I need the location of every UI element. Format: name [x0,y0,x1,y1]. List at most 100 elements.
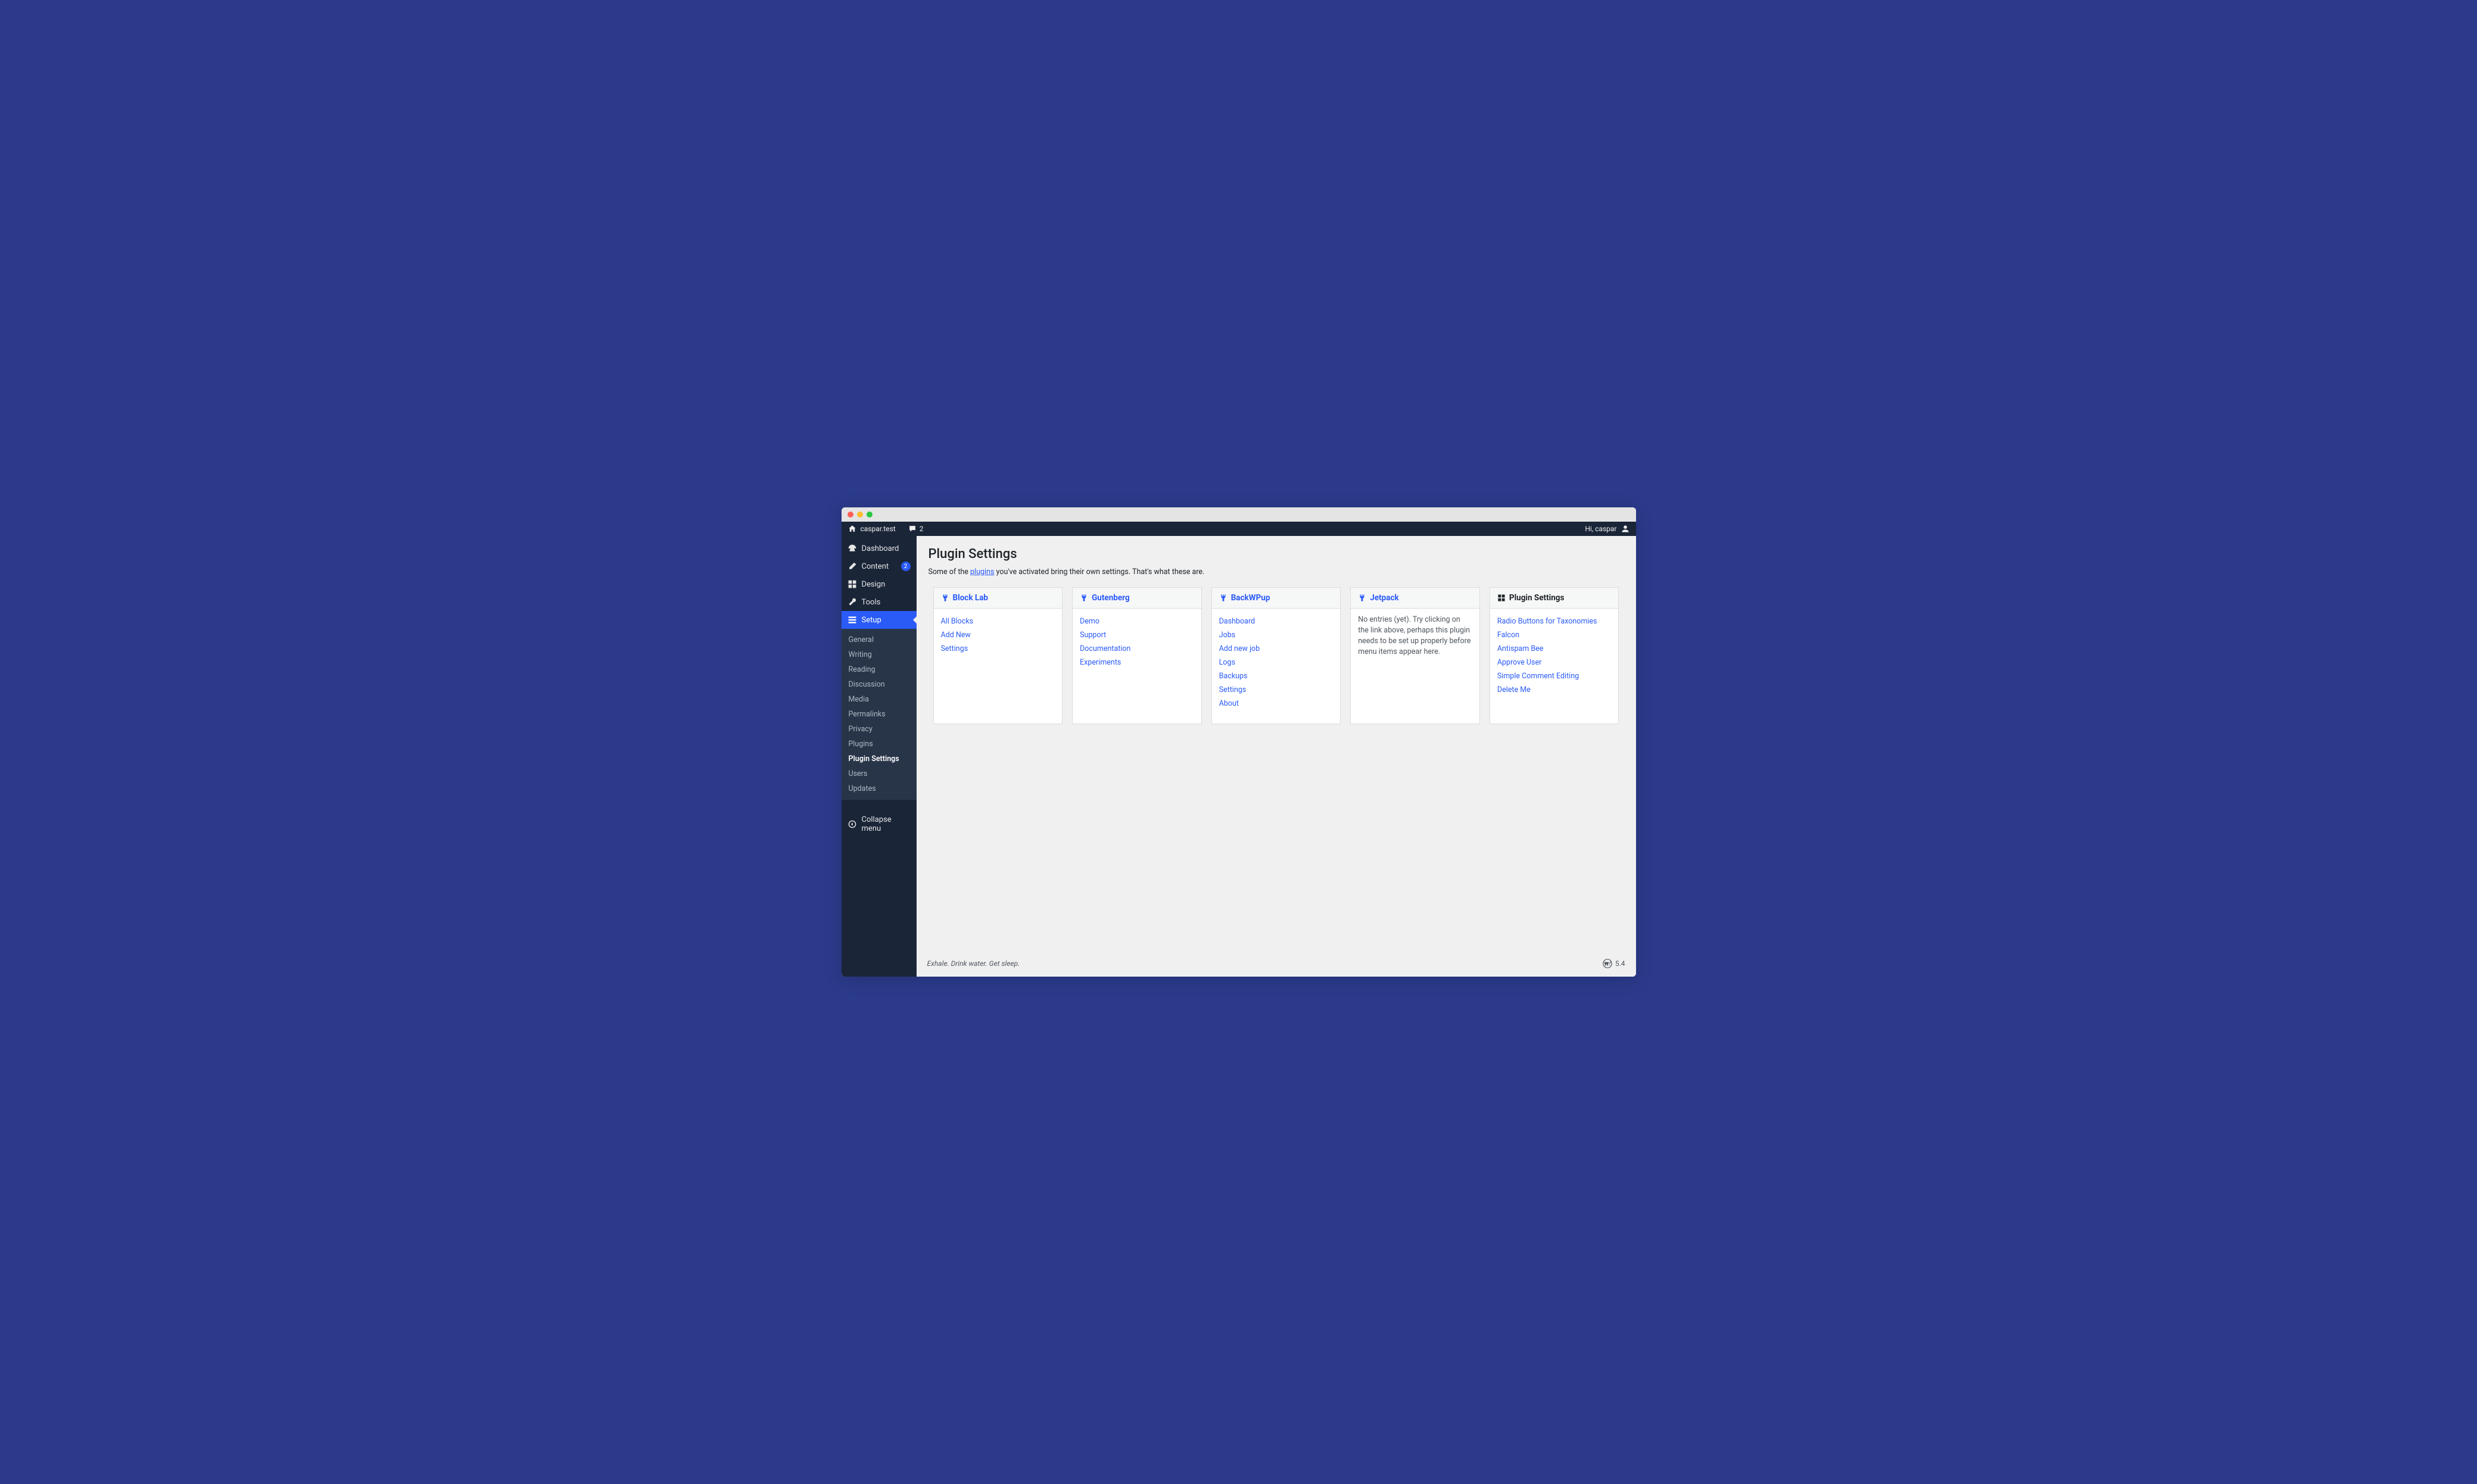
sliders-icon [848,615,857,625]
grid-icon [1497,594,1506,602]
submenu-writing[interactable]: Writing [842,647,917,662]
titlebar [842,507,1636,522]
sidebar-item-setup[interactable]: Setup [842,611,917,629]
minimize-icon[interactable] [857,512,863,517]
grid-icon [848,579,857,589]
plug-icon [1080,594,1088,602]
maximize-icon[interactable] [867,512,873,517]
plug-icon [941,594,949,602]
submenu-discussion[interactable]: Discussion [842,677,917,692]
plugins-link[interactable]: plugins [970,568,994,576]
card-link[interactable]: About [1219,697,1333,710]
submenu-privacy[interactable]: Privacy [842,722,917,737]
wrench-icon [848,597,857,607]
user-icon [1621,524,1630,534]
submenu-reading[interactable]: Reading [842,662,917,677]
card-link[interactable]: Add New [941,628,1055,642]
window: caspar.test 2 Hi, caspar [842,507,1636,977]
card-body: No entries (yet). Try clicking on the li… [1351,609,1479,664]
card-link[interactable]: Documentation [1080,642,1194,656]
card-link[interactable]: Antispam Bee [1497,642,1612,656]
submenu-updates[interactable]: Updates [842,781,917,796]
collapse-label: Collapse menu [862,815,911,833]
card-header: Block Lab [934,588,1063,609]
submenu-media[interactable]: Media [842,692,917,707]
card: BackWPup DashboardJobsAdd new jobLogsBack… [1211,587,1341,724]
comment-count: 2 [920,525,924,533]
content-badge: 2 [901,562,911,571]
comments-link[interactable]: 2 [902,522,930,536]
card-title[interactable]: Block Lab [953,593,989,603]
card: Jetpack No entries (yet). Try clicking on… [1350,587,1480,724]
collapse-icon [848,819,857,829]
card-link[interactable]: Approve User [1497,656,1612,669]
admin-sidebar: Dashboard Content 2 Design [842,536,917,977]
card-link[interactable]: Simple Comment Editing [1497,669,1612,683]
card-link[interactable]: Dashboard [1219,615,1333,628]
collapse-menu-button[interactable]: Collapse menu [842,810,917,840]
close-icon[interactable] [848,512,853,517]
card-body: DemoSupportDocumentationExperiments [1073,609,1201,675]
setup-submenu: General Writing Reading Discussion Media… [842,629,917,800]
user-menu[interactable]: Hi, caspar [1585,524,1629,534]
card-link[interactable]: Settings [1219,683,1333,697]
card-link[interactable]: Backups [1219,669,1333,683]
cards-row: Block LabAll BlocksAdd NewSettingsGutenb… [929,587,1624,724]
card-link[interactable]: Settings [941,642,1055,656]
card-link[interactable]: Add new job [1219,642,1333,656]
card-link[interactable]: Falcon [1497,628,1612,642]
sidebar-item-label: Dashboard [862,544,911,553]
pencil-icon [848,562,857,571]
wordpress-icon [1603,959,1612,968]
submenu-general[interactable]: General [842,632,917,647]
sidebar-item-design[interactable]: Design [842,575,917,593]
card-link[interactable]: Demo [1080,615,1194,628]
site-name: caspar.test [861,525,896,533]
intro-text: Some of the plugins you've activated bri… [929,568,1624,576]
card-link[interactable]: Radio Buttons for Taxonomies [1497,615,1612,628]
card-link[interactable]: Logs [1219,656,1333,669]
sidebar-item-label: Setup [862,616,911,625]
card-header: BackWPup [1212,588,1341,609]
card-link[interactable]: Support [1080,628,1194,642]
submenu-plugins[interactable]: Plugins [842,737,917,752]
card-link[interactable]: Experiments [1080,656,1194,669]
sidebar-item-tools[interactable]: Tools [842,593,917,611]
card-body: DashboardJobsAdd new jobLogsBackupsSetti… [1212,609,1341,716]
card-title: Plugin Settings [1509,593,1565,603]
card-header: Plugin Settings [1490,588,1619,609]
card-link[interactable]: Jobs [1219,628,1333,642]
sidebar-item-content[interactable]: Content 2 [842,557,917,575]
card: Plugin Settings Radio Buttons for Taxonom… [1490,587,1619,724]
card-empty-text: No entries (yet). Try clicking on the li… [1358,615,1472,658]
user-greeting: Hi, caspar [1585,525,1616,533]
card: Block Lab All BlocksAdd NewSettings [933,587,1063,724]
card-header: Jetpack [1351,588,1479,609]
card: Gutenberg DemoSupportDocumentationExperim… [1072,587,1202,724]
submenu-permalinks[interactable]: Permalinks [842,707,917,722]
card-link[interactable]: All Blocks [941,615,1055,628]
card-body: All BlocksAdd NewSettings [934,609,1063,662]
card-title[interactable]: BackWPup [1231,593,1270,603]
card-title[interactable]: Gutenberg [1092,593,1130,603]
sidebar-item-dashboard[interactable]: Dashboard [842,540,917,557]
sidebar-item-label: Tools [862,598,911,607]
home-icon [848,524,857,534]
submenu-users[interactable]: Users [842,766,917,781]
admin-footer: Exhale. Drink water. Get sleep. 5.4 [917,953,1636,977]
site-link[interactable]: caspar.test [842,522,902,536]
footer-version: 5.4 [1603,959,1625,968]
submenu-plugin-settings[interactable]: Plugin Settings [842,752,917,766]
page-title: Plugin Settings [929,547,1624,562]
plug-icon [1358,594,1366,602]
sidebar-item-label: Content [862,562,896,571]
plug-icon [1219,594,1227,602]
footer-text: Exhale. Drink water. Get sleep. [927,959,1020,968]
sidebar-item-label: Design [862,580,911,589]
comment-icon [908,524,917,534]
card-header: Gutenberg [1073,588,1201,609]
card-link[interactable]: Delete Me [1497,683,1612,697]
admin-bar: caspar.test 2 Hi, caspar [842,522,1636,536]
card-body: Radio Buttons for TaxonomiesFalconAntisp… [1490,609,1619,703]
card-title[interactable]: Jetpack [1370,593,1398,603]
